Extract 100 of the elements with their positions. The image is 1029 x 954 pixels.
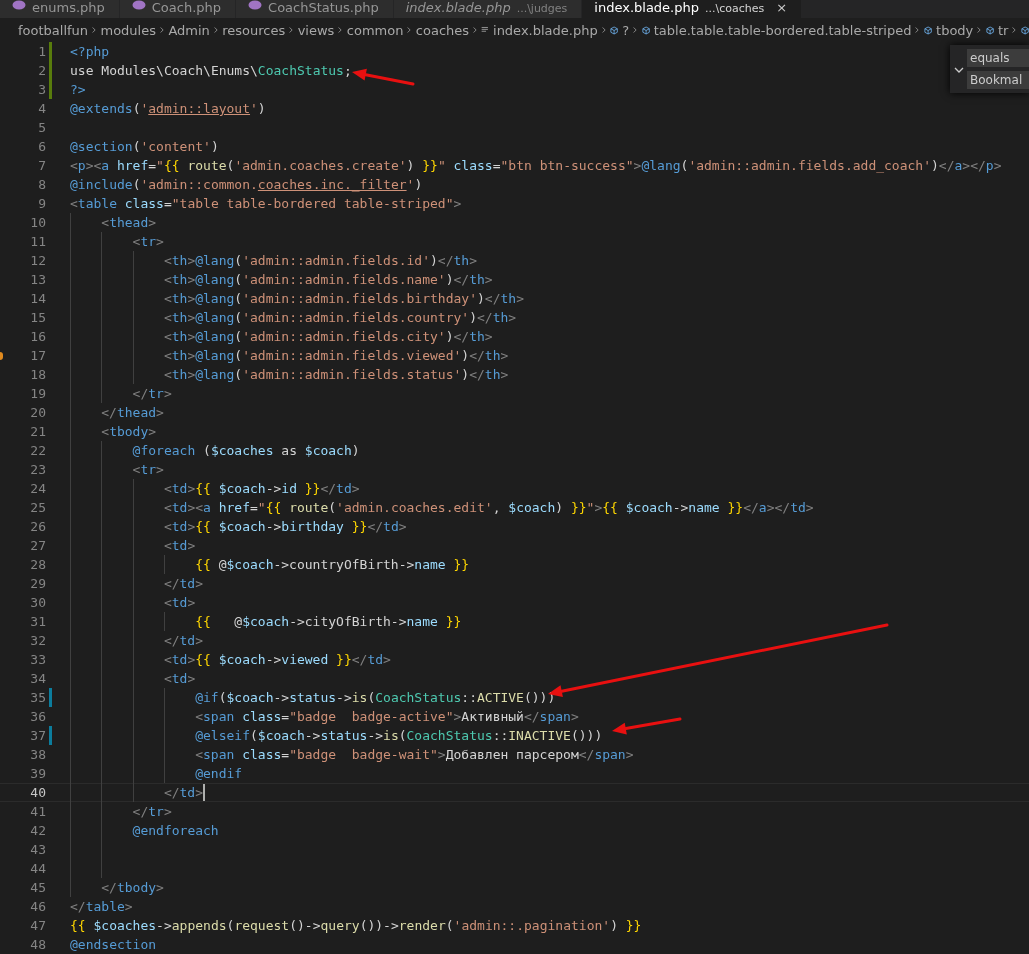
chevron-right-icon (977, 25, 982, 35)
code-line: <td>{{ $coach->viewed }}</td> (163, 652, 391, 667)
line-number: 38 (29, 747, 46, 762)
code-line: @endsection (70, 937, 157, 952)
line-number: 3 (37, 82, 46, 97)
code-line: <td> (163, 671, 196, 686)
cube-icon (1020, 23, 1029, 37)
code-line: @foreach ($coaches as $coach) (132, 443, 360, 458)
code-line: <td> (163, 595, 196, 610)
code-line: <th>@lang('admin::admin.fields.city')</th> (163, 329, 493, 344)
code-line: </tbody> (101, 880, 164, 895)
line-number: 7 (37, 158, 46, 173)
line-number: 22 (29, 443, 46, 458)
line-number: 47 (29, 918, 46, 933)
suggestion-item[interactable]: equals (967, 49, 1029, 67)
annotation-arrow (352, 68, 415, 86)
line-number: 45 (29, 880, 46, 895)
code-line: <table class="table table-bordered table-striped"> (70, 196, 462, 211)
breadcrumb-item[interactable]: tr (997, 22, 1009, 38)
code-line: <th>@lang('admin::admin.fields.id')</th> (163, 253, 477, 268)
line-number: 14 (29, 291, 46, 306)
line-number: 11 (29, 234, 46, 249)
code-line: </td> (163, 576, 204, 591)
chevron-right-icon (160, 25, 165, 35)
code-line: <th>@lang('admin::admin.fields.country')</th> (163, 310, 517, 325)
cube-icon (641, 23, 650, 37)
code-line: @extends('admin::layout') (70, 101, 266, 116)
line-number: 48 (29, 937, 46, 952)
line-number: 32 (29, 633, 46, 648)
chevron-right-icon (407, 25, 412, 35)
suggestion-item[interactable]: Bookmal (967, 71, 1029, 89)
code-line: {{ @$coach->countryOfBirth->name }} (195, 557, 470, 572)
line-number: 12 (29, 253, 46, 268)
breadcrumb-item[interactable]: Admin (168, 22, 210, 38)
line-number: 25 (29, 500, 46, 515)
line-number: 6 (37, 139, 46, 154)
editor-tab[interactable]: CoachStatus.php (236, 0, 394, 18)
cube-icon (610, 23, 619, 37)
line-number: 37 (29, 728, 46, 743)
cube-icon (923, 23, 933, 37)
breadcrumb-item[interactable]: table.table.table-bordered.table-striped (653, 22, 912, 38)
breadcrumb-item[interactable]: ? (622, 22, 630, 38)
code-line: <span class="badge badge-wait">Добавлен парсером</span> (195, 747, 634, 762)
editor-tab[interactable]: index.blade.php ...\coaches × (582, 0, 803, 18)
line-number: 36 (29, 709, 46, 724)
code-line: </thead> (101, 405, 164, 420)
editor-tab[interactable]: index.blade.php ...\judges (393, 0, 583, 18)
line-number: 10 (29, 215, 46, 230)
breadcrumb-item[interactable]: footballfun (18, 22, 89, 38)
line-number: 27 (29, 538, 46, 553)
code-line: <th>@lang('admin::admin.fields.name')</th> (163, 272, 493, 287)
annotation-arrow (612, 717, 682, 735)
chevron-right-icon (1012, 25, 1017, 35)
line-number: 33 (29, 652, 46, 667)
line-number: 1 (37, 44, 46, 59)
breadcrumb-item[interactable]: common (346, 22, 404, 38)
line-number: 26 (29, 519, 46, 534)
breadcrumb-item[interactable]: resources (222, 22, 286, 38)
code-line: <td>{{ $coach->id }}</td> (163, 481, 360, 496)
chevron-right-icon (338, 25, 343, 35)
breadcrumb-item[interactable]: index.blade.php (493, 22, 598, 38)
code-line: <th>@lang('admin::admin.fields.birthday')</th> (163, 291, 524, 306)
code-line: <tr> (132, 462, 164, 477)
line-number: 41 (29, 804, 46, 819)
line-number: 21 (29, 424, 46, 439)
code-line: @include('admin::common.coaches.inc._filter') (70, 177, 423, 192)
code-line: @elseif($coach->status->is(CoachStatus::INACTIVE())) (195, 728, 603, 743)
line-number: 8 (37, 177, 46, 192)
code-line: <th>@lang('admin::admin.fields.viewed')</th> (163, 348, 509, 363)
breadcrumb-item[interactable]: tbody (936, 22, 974, 38)
code-line: <?php (70, 44, 110, 59)
code-line: </td> (163, 785, 204, 800)
line-number: 43 (29, 842, 46, 857)
breadcrumb-item[interactable]: coaches (415, 22, 470, 38)
code-line: <tr> (132, 234, 164, 249)
line-number: 30 (29, 595, 46, 610)
code-line: @section('content') (70, 139, 219, 154)
editor-tab[interactable]: Coach.php (119, 0, 237, 18)
chevron-right-icon (92, 25, 97, 35)
breadcrumb-item[interactable]: modules (100, 22, 156, 38)
line-number: 24 (29, 481, 46, 496)
code-line: <tbody> (101, 424, 157, 439)
chevron-right-icon (633, 25, 638, 35)
code-line: @if($coach->status->is(CoachStatus::ACTIVE())) (195, 690, 556, 705)
file-lines-icon (481, 25, 489, 35)
code-line: </table> (70, 899, 133, 914)
code-line: @endforeach (132, 823, 219, 838)
chevron-down-icon (954, 67, 964, 75)
line-number: 13 (29, 272, 46, 287)
line-number: 15 (29, 310, 46, 325)
line-number: 20 (29, 405, 46, 420)
line-number: 44 (29, 861, 46, 876)
line-number: 18 (29, 367, 46, 382)
editor-tab[interactable]: enums.php (0, 0, 120, 18)
line-number: 40 (29, 785, 46, 800)
line-number: 23 (29, 462, 46, 477)
cube-icon (985, 23, 994, 37)
line-number: 46 (29, 899, 46, 914)
breadcrumb-item[interactable]: views (297, 22, 335, 38)
chevron-right-icon (601, 25, 607, 35)
